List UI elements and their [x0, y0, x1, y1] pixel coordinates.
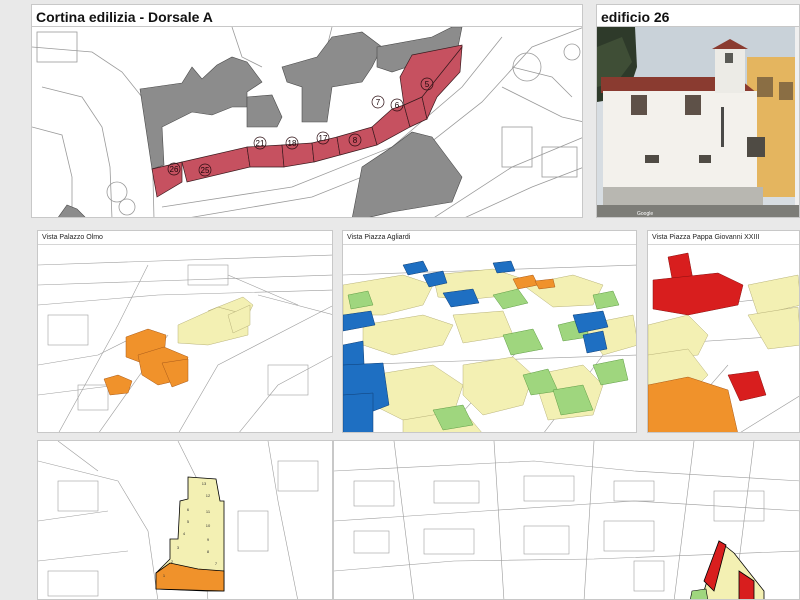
plan-label-12: 12	[206, 493, 211, 498]
cortina-map[interactable]: 26 25 21 18 17 8 7 6 5	[32, 27, 583, 218]
view-olmo-3d[interactable]	[38, 245, 333, 433]
view-papa-panel: Vista Piazza Pappa Giovanni XXIII	[647, 230, 800, 433]
view-papa-3d[interactable]	[648, 245, 800, 433]
building-label-8[interactable]: 8	[353, 136, 358, 145]
building-label-5[interactable]: 5	[425, 80, 430, 89]
view-agliardi-title: Vista Piazza Agliardi	[343, 231, 636, 245]
google-watermark: Google	[637, 211, 653, 217]
building-label-18[interactable]: 18	[288, 139, 297, 148]
view-olmo-title: Vista Palazzo Olmo	[38, 231, 332, 245]
building-label-26[interactable]: 26	[170, 165, 179, 174]
plan-panel: 13 12 11 10 9 8 7 6 5 4 3 2 1	[37, 440, 333, 600]
area-map[interactable]	[334, 441, 800, 600]
building-label-25[interactable]: 25	[201, 166, 210, 175]
cortina-title: Cortina edilizia - Dorsale A	[32, 5, 582, 27]
plan-label-10: 10	[206, 523, 211, 528]
edificio-title: edificio 26	[597, 5, 799, 27]
building-label-7[interactable]: 7	[376, 98, 381, 107]
view-agliardi-panel: Vista Piazza Agliardi	[342, 230, 637, 433]
view-agliardi-3d[interactable]	[343, 245, 637, 433]
building-label-21[interactable]: 21	[256, 139, 265, 148]
plan-label-13: 13	[202, 481, 207, 486]
building-label-6[interactable]: 6	[395, 101, 400, 110]
area-map-panel	[333, 440, 800, 600]
cortina-panel: Cortina edilizia - Dorsale A 26 25 21 18…	[31, 4, 583, 218]
edificio-photo: Google	[597, 27, 799, 217]
view-papa-title: Vista Piazza Pappa Giovanni XXIII	[648, 231, 799, 245]
plan-map[interactable]: 13 12 11 10 9 8 7 6 5 4 3 2 1	[38, 441, 333, 600]
edificio-panel: edificio 26 Google	[596, 4, 800, 218]
building-label-17[interactable]: 17	[319, 134, 328, 143]
view-olmo-panel: Vista Palazzo Olmo	[37, 230, 333, 433]
